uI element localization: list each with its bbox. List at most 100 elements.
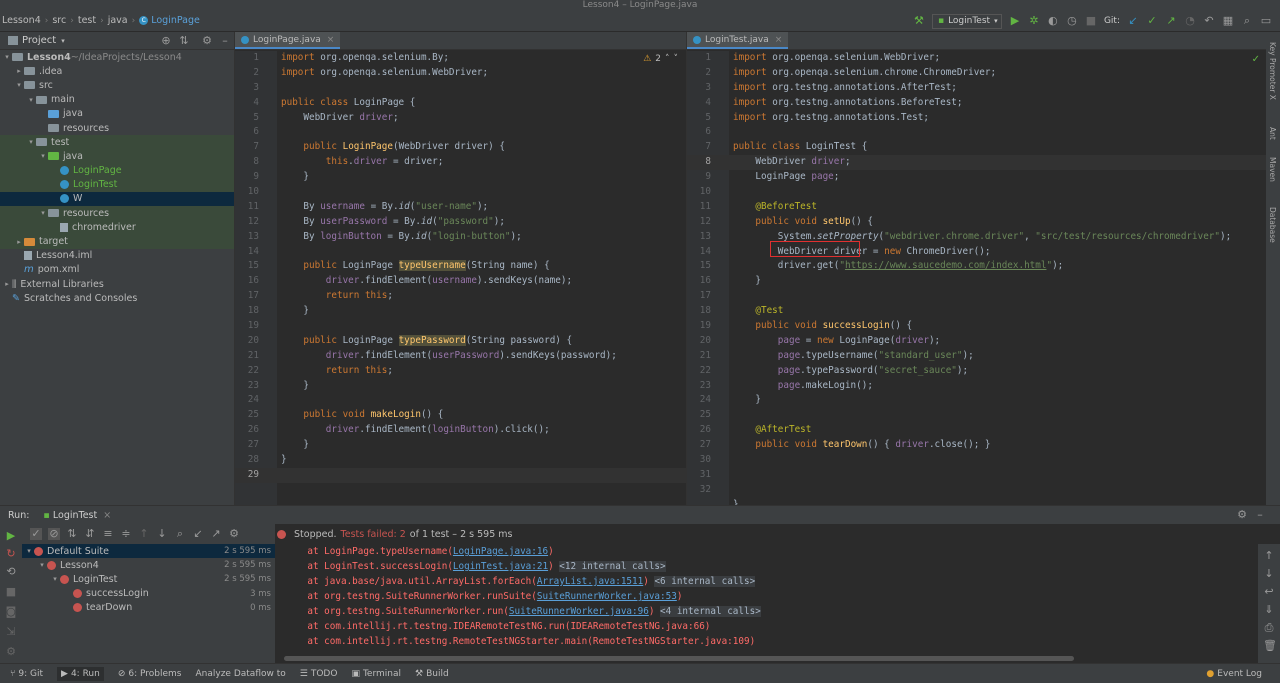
close-icon[interactable]: × [775,35,783,45]
previous-failed-icon[interactable]: ↑ [138,528,150,540]
tree-item[interactable]: ▸ target [0,234,234,249]
chevron-down-icon[interactable]: ▾ [14,81,24,89]
tree-item[interactable]: java [0,107,234,121]
console-scrollbar[interactable] [284,656,1074,661]
gear-icon[interactable]: ⚙ [228,528,240,540]
tree-item[interactable]: m pom.xml [0,263,234,277]
profile-icon[interactable]: ◷ [1066,15,1078,27]
camera-icon[interactable]: ◙ [5,606,17,618]
breadcrumb-item-java[interactable]: java [108,15,128,26]
soft-wrap-icon[interactable]: ↩ [1263,586,1275,598]
show-ignored-icon[interactable]: ⊘ [48,528,60,540]
tool-todo[interactable]: ☰ TODO [300,669,338,679]
debug-icon[interactable]: ✲ [1028,15,1040,27]
gear-icon[interactable]: ⚙ [1236,509,1248,521]
test-node[interactable]: ▾ Lesson4 2 s 595 ms [22,558,275,572]
test-node[interactable]: successLogin 3 ms [22,587,275,601]
tree-item[interactable]: W [0,191,234,207]
scroll-to-end-icon[interactable]: ⇓ [1263,604,1275,616]
git-update-icon[interactable]: ↙ [1127,15,1139,27]
tab-loginpage-java[interactable]: LoginPage.java × [235,32,341,49]
tree-item[interactable]: ▾ test [0,135,234,150]
tree-item[interactable]: ▾ resources [0,206,234,221]
test-node[interactable]: tearDown 0 ms [22,601,275,615]
run-icon[interactable]: ▶ [1009,15,1021,27]
tree-item[interactable]: ▾ Lesson4 ~/IdeaProjects/Lesson4 [0,50,234,64]
export-tests-icon[interactable]: ↗ [210,528,222,540]
rollback-icon[interactable]: ↶ [1203,15,1215,27]
settings-icon[interactable]: ⚙ [5,646,17,658]
close-icon[interactable]: × [103,510,111,521]
tree-item[interactable]: ▾ src [0,78,234,92]
expand-all-icon[interactable]: ≡ [102,528,114,540]
search-icon[interactable]: ⌕ [1241,15,1253,27]
code-area-left[interactable]: 1 import org.openqa.selenium.By; 2 import o… [235,51,686,505]
maven-tab[interactable]: Maven [1268,157,1277,182]
tool-build[interactable]: ⚒ Build [415,669,449,679]
next-failed-icon[interactable]: ↓ [156,528,168,540]
show-passed-icon[interactable]: ✓ [30,528,42,540]
ant-tab[interactable]: Ant [1268,127,1277,140]
chevron-down-icon[interactable]: ▾ [2,53,12,61]
tool-analyze-dataflow[interactable]: Analyze Dataflow to [196,669,286,679]
minimize-icon[interactable]: – [1254,509,1266,521]
chevron-down-icon[interactable]: ▾ [26,138,36,146]
build-hammer-icon[interactable]: ⚒ [913,15,925,27]
project-structure-icon[interactable]: ▦ [1222,15,1234,27]
tree-item[interactable]: ▸ .idea [0,64,234,78]
collapse-all-icon[interactable]: ≑ [120,528,132,540]
print-icon[interactable]: ⎙ [1263,622,1275,634]
breadcrumb-item-src[interactable]: src [52,15,66,26]
breadcrumb-item-project[interactable]: Lesson4 [2,15,41,26]
sort-alpha-icon[interactable]: ⇅ [66,528,78,540]
database-tab[interactable]: Database [1268,207,1277,243]
tool-run[interactable]: ▶ 4: Run [57,666,104,681]
tree-item[interactable]: LoginPage [0,163,234,178]
rerun-icon[interactable]: ▶ [5,530,17,542]
run-configuration-select[interactable]: ▪ LoginTest ▾ [931,13,1002,29]
tree-item[interactable]: ▾ java [0,149,234,164]
chevron-up-icon[interactable]: ˄ [665,54,670,64]
console-output[interactable]: at LoginPage.typeUsername(LoginPage.java… [285,544,1240,656]
tab-logintest-java[interactable]: LoginTest.java × [687,32,789,49]
trash-icon[interactable]: 🗑 [1263,640,1277,652]
code-area-right[interactable]: 1 import org.openqa.selenium.WebDriver; 2 i… [687,51,1266,510]
locate-icon[interactable]: ⊕ [160,34,172,47]
find-icon[interactable]: ⌕ [174,528,186,540]
project-view-select[interactable]: Project [22,35,56,46]
history-icon[interactable]: ◔ [1184,15,1196,27]
chevron-right-icon[interactable]: ▸ [14,238,24,246]
tree-item[interactable]: Lesson4.iml [0,249,234,263]
chevron-down-icon[interactable]: ▾ [50,575,60,583]
chevron-down-icon[interactable]: ▾ [37,561,47,569]
breadcrumb-item-class[interactable]: LoginPage [151,15,200,26]
breadcrumb-item-test[interactable]: test [78,15,96,26]
close-icon[interactable]: × [327,35,335,45]
up-arrow-icon[interactable]: ↑ [1263,550,1275,562]
export-icon[interactable]: ⇲ [5,626,17,638]
chevron-right-icon[interactable]: ▸ [2,280,12,288]
chevron-down-icon[interactable]: ˅ [674,54,679,64]
sort-duration-icon[interactable]: ⇵ [84,528,96,540]
tree-item[interactable]: LoginTest [0,177,234,192]
key-promoter-tab[interactable]: Key Promoter X [1268,42,1277,100]
stop-icon[interactable]: ■ [5,586,17,598]
test-node[interactable]: ▾ Default Suite 2 s 595 ms [22,544,275,559]
tool-event-log[interactable]: ● Event Log [1206,669,1262,679]
test-node[interactable]: ▾ LoginTest 2 s 595 ms [22,572,275,586]
chevron-down-icon[interactable]: ▾ [24,547,34,555]
toggle-auto-test-icon[interactable]: ⟲ [5,566,17,578]
rerun-failed-icon[interactable]: ↻ [5,548,17,560]
tool-problems[interactable]: ⊘ 6: Problems [118,669,182,679]
chevron-down-icon[interactable]: ▾ [26,96,36,104]
tree-item[interactable]: ✎ Scratches and Consoles [0,291,234,305]
tree-item[interactable]: chromedriver [0,220,234,235]
down-arrow-icon[interactable]: ↓ [1263,568,1275,580]
minimize-icon[interactable]: – [219,34,231,47]
gear-icon[interactable]: ⚙ [201,34,213,47]
import-tests-icon[interactable]: ↙ [192,528,204,540]
tool-git[interactable]: ⑂ 9: Git [10,669,43,679]
git-push-icon[interactable]: ↗ [1165,15,1177,27]
tree-item[interactable]: ▸ ⫼ External Libraries [0,277,234,291]
run-tab[interactable]: ▪ LoginTest × [43,510,111,521]
